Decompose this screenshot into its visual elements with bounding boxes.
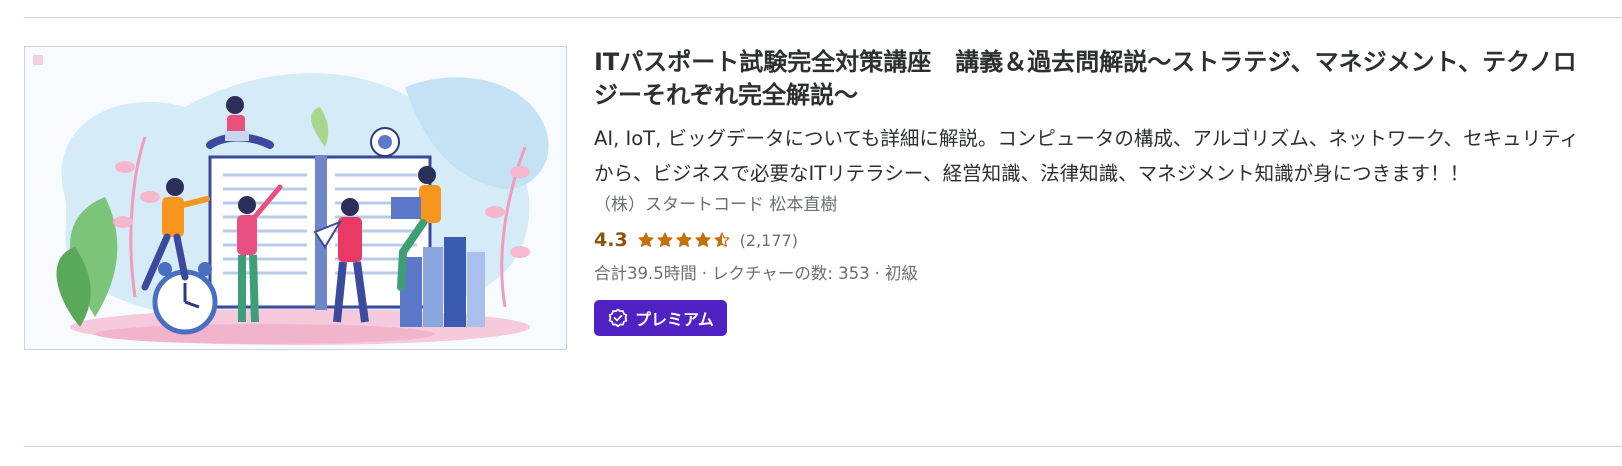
star-icon [676,232,692,248]
star-icon [714,232,730,248]
rating-count: (2,177) [739,230,798,250]
star-icon [638,232,654,248]
course-headline: AI, IoT, ビッグデータについても詳細に解説。コンピュータの構成、アルゴリ… [594,127,1579,185]
course-title[interactable]: ITパスポート試験完全対策講座 講義＆過去問解説〜ストラテジ、マネジメント、テク… [594,46,1584,112]
thumbnail-illustration [25,47,566,349]
course-thumbnail[interactable] [24,46,567,350]
premium-seal-icon [608,308,628,328]
rating-value: 4.3 [594,229,628,251]
rating-stars [638,232,730,248]
course-level: 初級 [884,264,918,283]
meta-separator: · [874,264,880,283]
premium-badge: プレミアム [594,300,727,336]
star-icon [695,232,711,248]
rating-row: 4.3 (2,177) [594,227,1584,253]
total-hours: 合計39.5時間 [594,264,697,283]
meta-separator: · [701,264,707,283]
divider-bottom [24,446,1622,447]
course-instructor: （株）スタートコード 松本直樹 [594,195,838,215]
course-meta: 合計39.5時間 · レクチャーの数: 353 · 初級 [594,262,1584,286]
course-info: ITパスポート試験完全対策講座 講義＆過去問解説〜ストラテジ、マネジメント、テク… [594,46,1584,336]
star-icon [657,232,673,248]
course-card[interactable]: ITパスポート試験完全対策講座 講義＆過去問解説〜ストラテジ、マネジメント、テク… [24,46,1594,406]
divider-top [24,17,1622,18]
premium-badge-label: プレミアム [635,310,714,329]
lecture-count: レクチャーの数: 353 [712,264,870,283]
